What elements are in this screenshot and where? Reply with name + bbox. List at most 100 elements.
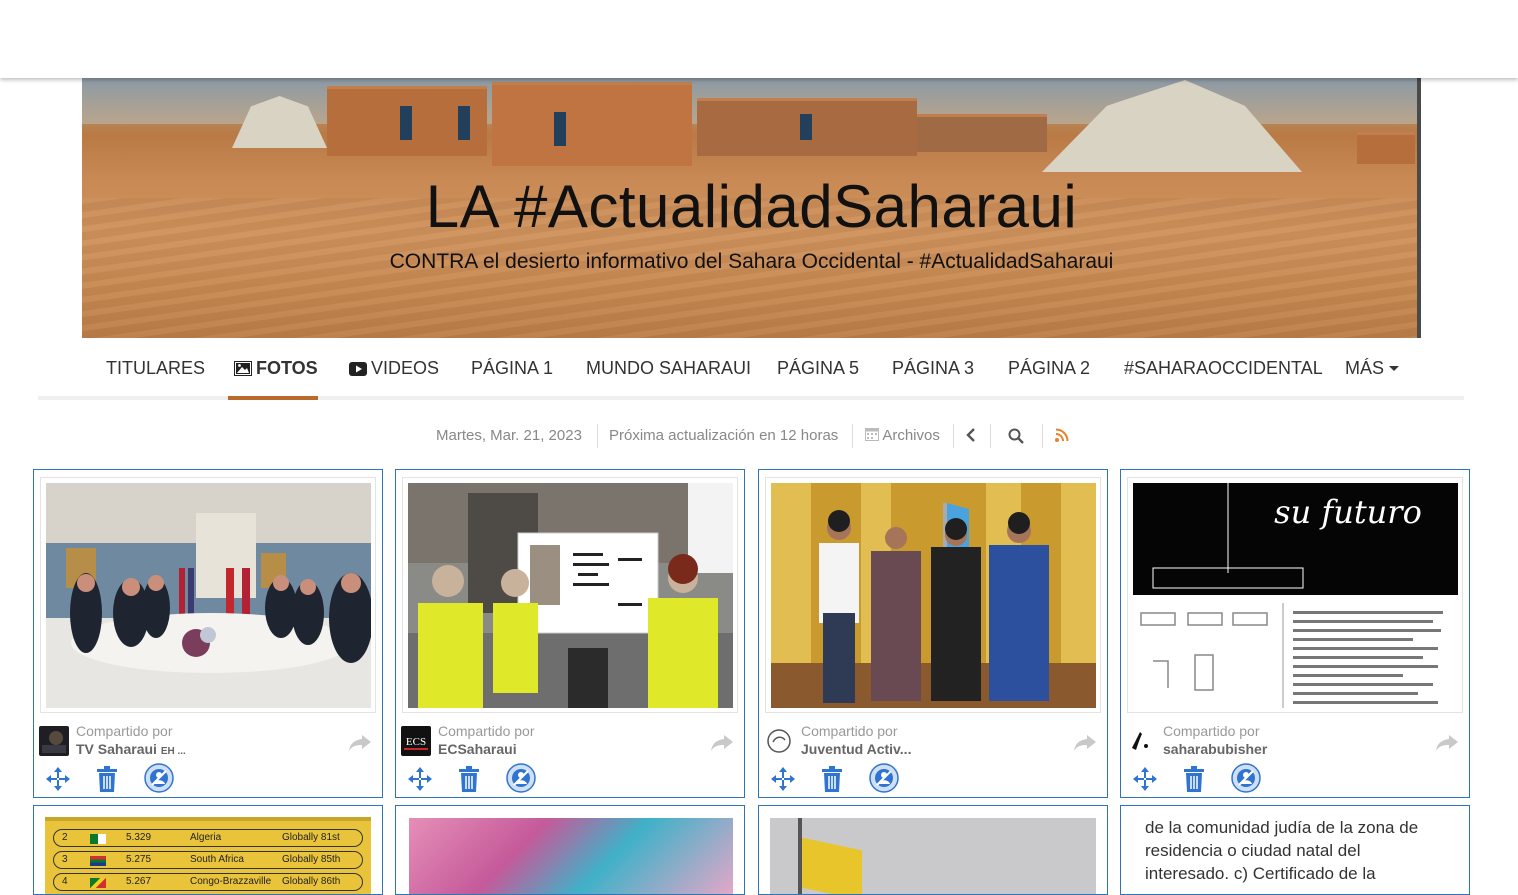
row-rank-global: Globally 81st <box>282 832 340 843</box>
rss-button[interactable] <box>1055 428 1069 446</box>
share-button[interactable] <box>349 735 371 756</box>
nav-item-label: FOTOS <box>256 358 318 378</box>
photo-card[interactable]: de la comunidad judía de la zona de resi… <box>1120 805 1470 895</box>
rss-icon <box>1055 428 1069 442</box>
user-action-button[interactable] <box>869 763 899 798</box>
shared-by-label: Compartido por <box>438 723 535 739</box>
card-photo[interactable] <box>771 483 1096 708</box>
top-header-bar <box>0 0 1518 78</box>
move-arrows-icon <box>408 767 432 791</box>
separator <box>953 424 954 448</box>
photo-card[interactable]: 2 5.329 Algeria Globally 81st 3 5.275 So… <box>33 805 383 895</box>
card-photo[interactable] <box>408 483 733 708</box>
nav-item-mundo-saharaui[interactable]: MUNDO SAHARAUI <box>586 338 751 400</box>
table-row: 4 5.267 Congo-Brazzaville Globally 86th <box>53 873 363 891</box>
photo-card[interactable]: Compartido por Juventud Activ... <box>758 469 1108 798</box>
site-banner[interactable]: LA #ActualidadSaharaui CONTRA el desiert… <box>82 78 1421 338</box>
avatar-logo-text: ECS <box>406 736 426 748</box>
share-button[interactable] <box>1074 735 1096 756</box>
flag-south-africa-icon <box>90 856 106 866</box>
card-text-snippet[interactable]: de la comunidad judía de la zona de resi… <box>1145 816 1445 885</box>
share-button[interactable] <box>1436 735 1458 756</box>
row-rank: 4 <box>62 876 68 887</box>
avatar[interactable] <box>764 726 794 756</box>
move-button[interactable] <box>771 767 795 796</box>
trash-icon <box>822 766 842 792</box>
move-button[interactable] <box>1133 767 1157 796</box>
nav-item-pagina-3[interactable]: PÁGINA 3 <box>892 338 974 400</box>
user-action-button[interactable] <box>144 763 174 798</box>
nav-item-pagina-5[interactable]: PÁGINA 5 <box>777 338 859 400</box>
search-button[interactable] <box>1008 428 1024 448</box>
share-meta: Compartido por saharabubisher <box>1126 723 1464 763</box>
move-arrows-icon <box>46 767 70 791</box>
author-name[interactable]: ECSaharaui <box>438 741 517 757</box>
nav-item-label: MUNDO SAHARAUI <box>586 358 752 378</box>
photo-card[interactable] <box>758 805 1108 895</box>
delete-button[interactable] <box>458 766 480 797</box>
photo-card[interactable] <box>395 805 745 895</box>
photo-card[interactable]: Compartido por TV Saharaui EH ... <box>33 469 383 798</box>
avatar[interactable]: ECS <box>401 726 431 756</box>
nav-item-label: PÁGINA 2 <box>1008 358 1091 378</box>
card-photo[interactable] <box>770 818 1096 894</box>
photo-card[interactable]: su futuro Compartido por saharabubisher <box>1120 469 1470 798</box>
nav-item-mas-dropdown[interactable]: MÁS <box>1345 338 1400 400</box>
photo-card[interactable]: ECS Compartido por ECSaharaui <box>395 469 745 798</box>
move-button[interactable] <box>408 767 432 796</box>
next-update-text: Próxima actualización en 12 horas <box>609 427 839 444</box>
nav-item-saharaoccidental[interactable]: #SAHARAOCCIDENTAL <box>1124 338 1323 400</box>
user-action-button[interactable] <box>1231 763 1261 798</box>
nav-item-fotos[interactable]: FOTOS <box>234 338 318 400</box>
previous-button[interactable] <box>966 428 976 446</box>
share-arrow-icon <box>1074 735 1096 751</box>
nav-item-label: #SAHARAOCCIDENTAL <box>1124 358 1323 378</box>
row-rank-global: Globally 86th <box>282 876 341 887</box>
delete-button[interactable] <box>821 766 843 797</box>
nav-item-label: VIDEOS <box>371 358 440 378</box>
main-nav: TITULARES FOTOS VIDEOS PÁGINA 1 MUNDO SA… <box>38 338 1464 400</box>
chevron-left-icon <box>966 428 975 442</box>
delete-button[interactable] <box>1183 766 1205 797</box>
photo-frame <box>402 477 738 713</box>
share-button[interactable] <box>711 735 733 756</box>
share-meta: ECS Compartido por ECSaharaui <box>401 723 739 763</box>
nav-item-videos[interactable]: VIDEOS <box>349 338 439 400</box>
archives-link[interactable]: Archivos <box>865 427 940 444</box>
card-photo[interactable]: su futuro <box>1133 483 1458 708</box>
row-rank: 3 <box>62 854 68 865</box>
flag-congo-icon <box>90 878 106 888</box>
move-button[interactable] <box>46 767 70 796</box>
nav-item-titulares[interactable]: TITULARES <box>106 338 205 400</box>
author-suffix: EH ... <box>160 746 186 757</box>
row-country: Congo-Brazzaville <box>190 876 272 887</box>
card-photo[interactable]: 2 5.329 Algeria Globally 81st 3 5.275 So… <box>45 817 371 894</box>
nav-item-pagina-2[interactable]: PÁGINA 2 <box>1008 338 1090 400</box>
nav-item-label: TITULARES <box>106 358 206 378</box>
banner-door <box>800 114 812 140</box>
avatar[interactable] <box>1126 726 1156 756</box>
banner-house <box>1357 132 1415 164</box>
row-value: 5.329 <box>126 832 152 843</box>
user-action-button[interactable] <box>506 763 536 798</box>
row-country: Algeria <box>190 832 222 843</box>
share-arrow-icon <box>349 735 371 751</box>
move-arrows-icon <box>771 767 795 791</box>
separator <box>990 424 991 448</box>
banner-door <box>554 112 566 146</box>
shared-by-label: Compartido por <box>76 723 173 739</box>
card-photo[interactable] <box>409 818 733 894</box>
archives-label: Archivos <box>882 427 940 444</box>
author-name[interactable]: Juventud Activ... <box>801 741 911 757</box>
photo-frame <box>765 477 1101 713</box>
author-name[interactable]: TV Saharaui EH ... <box>76 741 186 757</box>
card-photo[interactable] <box>46 483 371 708</box>
site-title[interactable]: LA #ActualidadSaharaui <box>82 172 1421 241</box>
user-circle-icon <box>506 763 536 793</box>
author-label: Juventud Activ... <box>801 741 912 757</box>
row-value: 5.267 <box>126 876 152 887</box>
avatar[interactable] <box>39 726 69 756</box>
delete-button[interactable] <box>96 766 118 797</box>
author-name[interactable]: saharabubisher <box>1163 741 1267 757</box>
nav-item-pagina-1[interactable]: PÁGINA 1 <box>471 338 553 400</box>
